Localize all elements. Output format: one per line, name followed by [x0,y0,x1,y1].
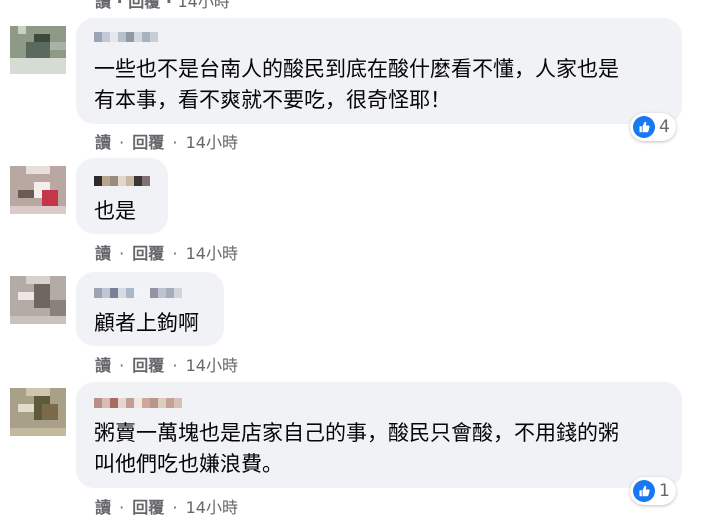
reaction-count[interactable]: 1 [630,477,676,505]
like-icon [633,480,655,502]
reply-action[interactable]: 回覆 [132,133,164,152]
reply-action[interactable]: 回覆 [132,498,164,517]
like-icon [633,116,655,138]
comment-text-line: 也是 [94,199,136,223]
comment-actions: 讀 · 回覆 · 14小時 [95,244,238,263]
comment-time[interactable]: 14小時 [186,133,238,152]
comment-text-line: 粥賣一萬塊也是店家自己的事，酸民只會酸，不用錢的粥 [94,421,619,445]
comment-bubble: 一些也不是台南人的酸民到底在酸什麼看不懂，人家也是 有本事，看不爽就不要吃，很奇… [76,18,682,124]
avatar[interactable] [10,18,66,74]
comment-time[interactable]: 14小時 [186,498,238,517]
comment-time[interactable]: 14小時 [186,244,238,263]
avatar[interactable] [10,380,66,436]
comment-time[interactable]: 14小時 [186,356,238,375]
comment-text-line: 一些也不是台南人的酸民到底在酸什麼看不懂，人家也是 [94,57,619,81]
comment-text-line: 叫他們吃也嫌浪費。 [94,452,283,476]
reaction-number: 1 [659,481,670,501]
commenter-name-blurred[interactable] [94,32,158,42]
comment-bubble: 也是 [76,158,168,234]
comment-text-line: 顧者上鉤啊 [94,311,199,335]
reaction-number: 4 [659,117,670,137]
comment-bubble: 顧者上鉤啊 [76,272,224,346]
previous-comment-actions: 讀 · 回覆 · 14小時 [95,0,230,12]
reply-action[interactable]: 回覆 [132,356,164,375]
comment-time[interactable]: 14小時 [178,0,230,11]
avatar[interactable] [10,158,66,214]
comment-text-line: 有本事，看不爽就不要吃，很奇怪耶！ [94,88,451,112]
like-action[interactable]: 讀 [95,356,111,375]
reply-action[interactable]: 回覆 [132,244,164,263]
reply-action[interactable]: 回覆 [128,0,160,11]
avatar[interactable] [10,268,66,324]
comment-actions: 讀 · 回覆 · 14小時 [95,356,238,375]
commenter-name-blurred[interactable] [94,176,150,186]
reaction-count[interactable]: 4 [630,113,676,141]
like-action[interactable]: 讀 [95,133,111,152]
like-action[interactable]: 讀 [95,0,111,11]
comment-actions: 讀 · 回覆 · 14小時 [95,133,238,152]
like-action[interactable]: 讀 [95,498,111,517]
commenter-name-blurred[interactable] [94,398,182,408]
comment-actions: 讀 · 回覆 · 14小時 [95,498,238,517]
comment-bubble: 粥賣一萬塊也是店家自己的事，酸民只會酸，不用錢的粥 叫他們吃也嫌浪費。 [76,382,682,488]
commenter-name-blurred[interactable] [94,288,182,298]
like-action[interactable]: 讀 [95,244,111,263]
